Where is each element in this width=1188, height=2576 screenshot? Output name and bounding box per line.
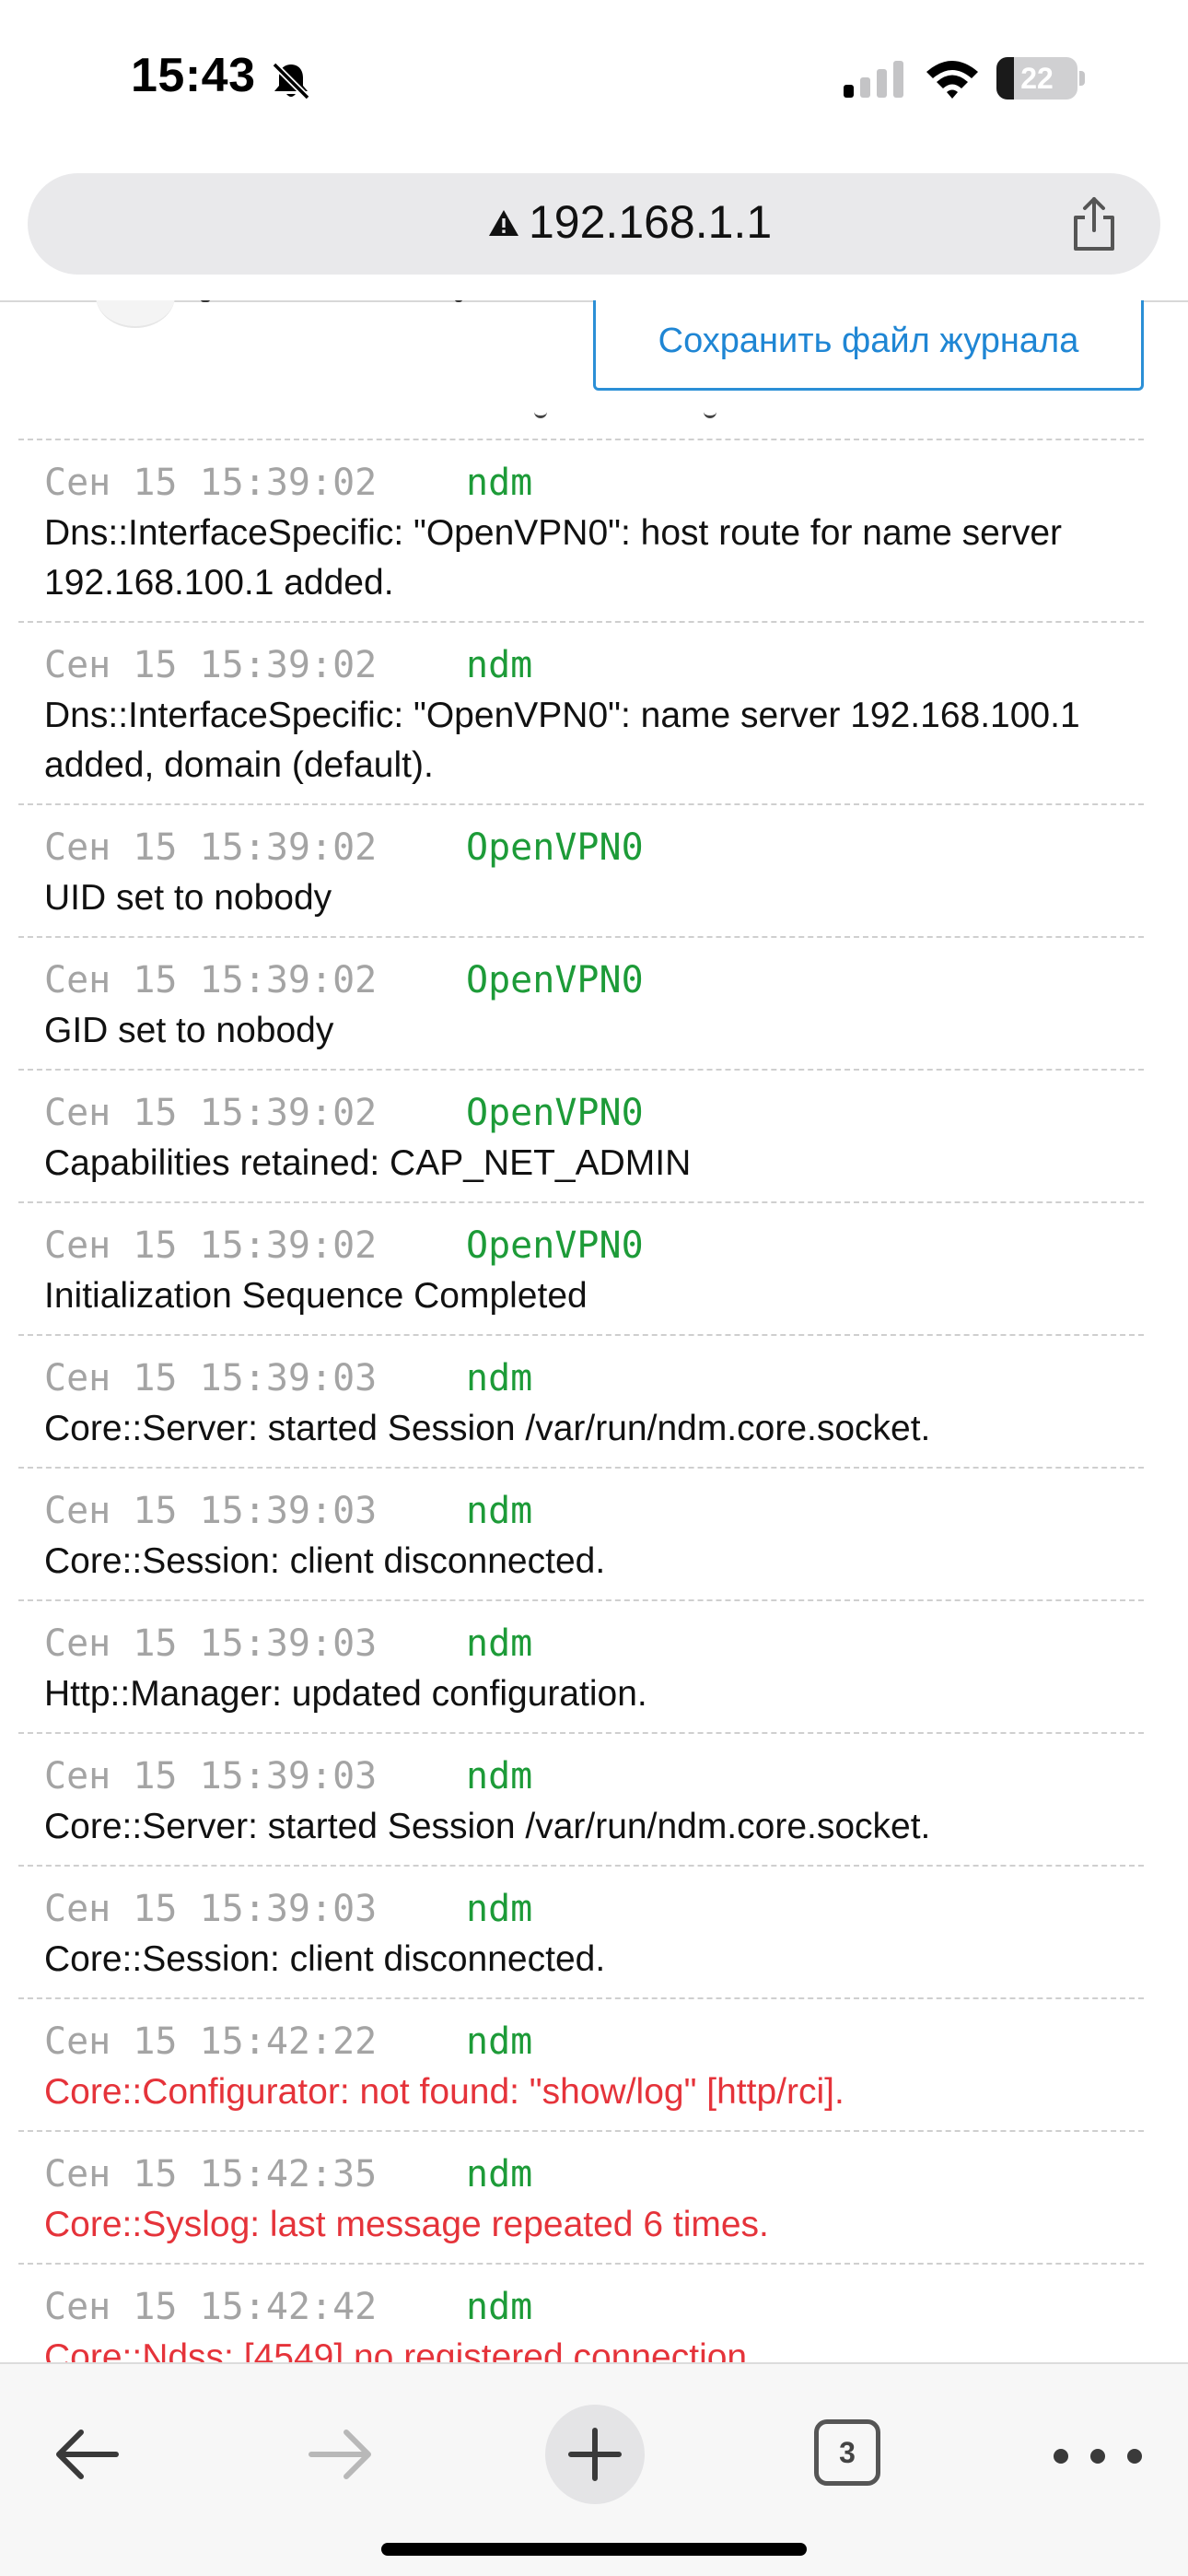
log-message: Dns::InterfaceSpecific: "OpenVPN0": host… (44, 513, 1063, 603)
log-source: OpenVPN0 (466, 1224, 644, 1267)
log-source: ndm (466, 2020, 533, 2063)
log-entry: Сен 15 15:39:02 OpenVPN0 GID set to nobody (18, 936, 1144, 1069)
log-message: Http::Manager: updated configuration. (44, 1674, 647, 1714)
log-entry-header: Сен 15 15:39:02 ndm (44, 639, 1144, 691)
battery-icon: 22 (996, 57, 1085, 100)
log-entry: Сен 15 15:42:35 ndmCore::Syslog: last mes… (18, 2130, 1144, 2263)
bell-slash-icon (272, 62, 310, 100)
log-entry-header: Сен 15 15:39:02 OpenVPN0 (44, 1087, 1144, 1139)
cropped-text-fragment (534, 409, 547, 418)
log-timestamp: Сен 15 15:39:03 (44, 1888, 378, 1930)
log-entry: Сен 15 15:39:02 ndmDns::InterfaceSpecific… (18, 439, 1144, 621)
log-entry: Сен 15 15:39:02 OpenVPN0 Capabilities reta… (18, 1069, 1144, 1201)
log-source: ndm (466, 2153, 533, 2195)
address-bar[interactable]: 192.168.1.1 (28, 173, 1160, 275)
log-message: Core::Syslog: last message repeated 6 ti… (44, 2205, 769, 2244)
log-timestamp: Сен 15 15:39:03 (44, 1755, 378, 1797)
log-timestamp: Сен 15 15:42:22 (44, 2020, 378, 2063)
save-log-file-button[interactable]: Сохранить файл журнала (593, 300, 1144, 391)
warning-triangle-icon (489, 210, 518, 236)
log-entry: Сен 15 15:39:02 ndmDns::InterfaceSpecific… (18, 621, 1144, 803)
log-entry: Сен 15 15:39:03 ndmCore::Server: started … (18, 1732, 1144, 1865)
log-timestamp: Сен 15 15:39:02 (44, 462, 378, 504)
log-entry-header: Сен 15 15:39:03 ndm (44, 1883, 1144, 1935)
log-entry: Сен 15 15:42:42 ndmCore::Ndss: [4549] no … (18, 2263, 1144, 2362)
log-entry-header: Сен 15 15:39:03 ndm (44, 1618, 1144, 1669)
log-timestamp: Сен 15 15:39:02 (44, 959, 378, 1001)
log-entry: Сен 15 15:39:02 OpenVPN0 Initialization Se… (18, 1201, 1144, 1334)
log-source: OpenVPN0 (466, 1092, 644, 1134)
log-timestamp: Сен 15 15:39:02 (44, 1092, 378, 1134)
log-entry: Сен 15 15:39:02 OpenVPN0 UID set to nobody (18, 803, 1144, 936)
log-message: Initialization Sequence Completed (44, 1276, 588, 1316)
log-timestamp: Сен 15 15:39:03 (44, 1622, 378, 1665)
log-entry: Сен 15 15:39:03 ndmCore::Server: started … (18, 1334, 1144, 1467)
log-entry-header: Сен 15 15:42:42 ndm (44, 2281, 1144, 2333)
home-indicator (381, 2543, 807, 2556)
new-tab-button[interactable] (545, 2405, 645, 2504)
cropped-text-fragment (704, 409, 716, 418)
forward-arrow-icon[interactable] (304, 2418, 378, 2491)
log-message: Core::Server: started Session /var/run/n… (44, 1409, 931, 1448)
log-message: Dns::InterfaceSpecific: "OpenVPN0": name… (44, 696, 1080, 785)
log-timestamp: Сен 15 15:42:42 (44, 2286, 378, 2328)
plus-icon (568, 2428, 622, 2481)
url-text[interactable]: 192.168.1.1 (529, 195, 772, 249)
log-entry-header: Сен 15 15:39:02 ndm (44, 457, 1144, 509)
log-timestamp: Сен 15 15:42:35 (44, 2153, 378, 2195)
log-timestamp: Сен 15 15:39:03 (44, 1357, 378, 1399)
log-timestamp: Сен 15 15:39:02 (44, 826, 378, 869)
log-source: ndm (466, 644, 533, 686)
log-message: GID set to nobody (44, 1011, 334, 1050)
log-message: Core::Configurator: not found: "show/log… (44, 2072, 844, 2112)
log-source: ndm (466, 1357, 533, 1399)
log-source: OpenVPN0 (466, 959, 644, 1001)
log-entry-header: Сен 15 15:39:03 ndm (44, 1751, 1144, 1802)
log-timestamp: Сен 15 15:39:02 (44, 644, 378, 686)
cellular-signal-icon (844, 61, 903, 98)
log-message: UID set to nobody (44, 878, 332, 918)
status-bar: 15:43 22 (0, 0, 1188, 157)
wifi-icon (926, 61, 978, 99)
log-entry: Сен 15 15:39:03 ndmCore::Session: client … (18, 1467, 1144, 1599)
log-timestamp: Сен 15 15:39:03 (44, 1490, 378, 1532)
back-arrow-icon[interactable] (50, 2418, 123, 2491)
share-icon[interactable] (1068, 195, 1120, 252)
log-entry-header: Сен 15 15:39:02 OpenVPN0 (44, 1220, 1144, 1271)
battery-level: 22 (1020, 62, 1054, 95)
log-timestamp: Сен 15 15:39:02 (44, 1224, 378, 1267)
log-source: ndm (466, 1755, 533, 1797)
log-message: Core::Session: client disconnected. (44, 1939, 606, 1979)
log-entry-header: Сен 15 15:42:22 ndm (44, 2016, 1144, 2067)
log-entry-header: Сен 15 15:42:35 ndm (44, 2149, 1144, 2200)
log-message: Core::Ndss: [4549] no registered connect… (44, 2337, 757, 2362)
log-entry-header: Сен 15 15:39:02 OpenVPN0 (44, 822, 1144, 873)
log-entry-header: Сен 15 15:39:02 OpenVPN0 (44, 954, 1144, 1006)
browser-toolbar: 3 (0, 2362, 1188, 2576)
log-entry: Сен 15 15:39:03 ndmCore::Session: client … (18, 1865, 1144, 1997)
log-source: ndm (466, 1490, 533, 1532)
more-icon[interactable] (1046, 2438, 1157, 2475)
log-message: Core::Server: started Session /var/run/n… (44, 1807, 931, 1846)
log-entry-header: Сен 15 15:39:03 ndm (44, 1352, 1144, 1404)
tabs-icon[interactable]: 3 (814, 2419, 880, 2486)
log-source: ndm (466, 2286, 533, 2328)
log-source: ndm (466, 1622, 533, 1665)
log-source: ndm (466, 1888, 533, 1930)
log-source: OpenVPN0 (466, 826, 644, 869)
cropped-element (96, 300, 175, 328)
log-source: ndm (466, 462, 533, 504)
log-entry-header: Сен 15 15:39:03 ndm (44, 1485, 1144, 1537)
log-message: Core::Session: client disconnected. (44, 1541, 606, 1581)
log-list: Сен 15 15:39:02 ndm Dns::InterfaceSpecific… (18, 439, 1144, 2362)
log-message: Capabilities retained: CAP_NET_ADMIN (44, 1143, 692, 1183)
status-time: 15:43 (131, 49, 256, 102)
web-page: Сохранить файл журнала Сен 15 15:39:02 nd… (0, 300, 1188, 2362)
log-entry: Сен 15 15:39:03 ndmHttp::Manager: updated… (18, 1599, 1144, 1732)
log-entry: Сен 15 15:42:22 ndmCore::Configurator: no… (18, 1997, 1144, 2130)
